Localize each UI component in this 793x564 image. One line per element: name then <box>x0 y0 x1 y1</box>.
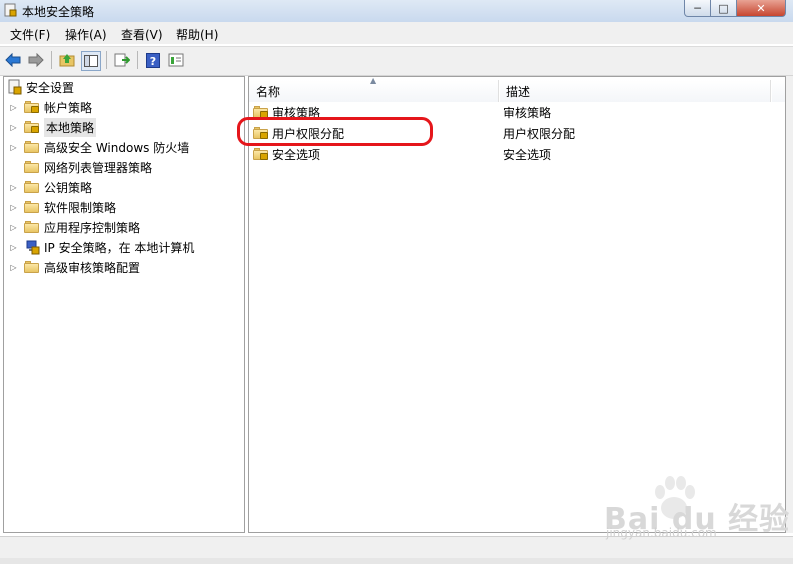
tree-item-label: 高级安全 Windows 防火墙 <box>44 140 190 155</box>
toolbar-separator <box>137 51 138 69</box>
ip-security-icon <box>26 240 40 255</box>
forward-arrow-icon <box>28 53 44 67</box>
back-button[interactable] <box>4 51 22 69</box>
list-item-description: 安全选项 <box>503 147 552 162</box>
tree-item-label: 帐户策略 <box>44 100 93 115</box>
window-bottom-border <box>0 558 793 564</box>
watermark-url: jingyan.baidu.com <box>606 526 717 540</box>
list-item-description: 用户权限分配 <box>503 126 576 141</box>
tree-item-label: 本地策略 <box>44 117 97 137</box>
locked-folder-icon <box>24 101 40 113</box>
folder-icon <box>24 161 40 173</box>
maximize-button[interactable]: □ <box>710 0 737 17</box>
maximize-icon: □ <box>718 1 729 15</box>
expand-arrow-icon[interactable]: ▷ <box>10 183 17 192</box>
column-header-description[interactable]: 描述 <box>500 80 771 102</box>
title-bar[interactable] <box>0 0 793 22</box>
tree-root-label: 安全设置 <box>26 80 75 95</box>
tree-item-label: 网络列表管理器策略 <box>44 160 153 175</box>
list-item-description: 审核策略 <box>503 105 552 120</box>
export-list-button[interactable] <box>113 51 131 69</box>
column-header-filler <box>772 80 785 102</box>
folder-icon <box>24 181 40 193</box>
export-list-icon <box>114 53 130 67</box>
expand-arrow-icon[interactable]: ▷ <box>10 263 17 272</box>
menu-view[interactable]: 查看(V) <box>121 26 163 43</box>
tree-item[interactable]: ▷ IP 安全策略，在 本地计算机 <box>10 237 194 257</box>
show-hide-tree-icon <box>84 55 98 67</box>
show-hide-console-tree-button[interactable] <box>81 51 101 71</box>
sort-ascending-icon: ▲ <box>370 76 377 85</box>
svg-text:?: ? <box>150 55 156 68</box>
expand-arrow-icon[interactable] <box>10 164 17 171</box>
folder-icon <box>24 201 40 213</box>
column-header-description-label: 描述 <box>506 84 531 99</box>
locked-folder-icon <box>253 148 269 160</box>
annotation-highlight-ring <box>237 117 433 146</box>
window-title: 本地安全策略 <box>22 5 95 19</box>
back-arrow-icon <box>5 53 21 67</box>
expand-arrow-icon[interactable]: ▷ <box>10 223 17 232</box>
expand-arrow-icon[interactable]: ▷ <box>10 203 17 212</box>
folder-icon <box>24 141 40 153</box>
tree-item-label: 公钥策略 <box>44 180 93 195</box>
close-button[interactable]: ✕ <box>736 0 786 17</box>
minimize-button[interactable]: ─ <box>684 0 711 17</box>
toolbar-separator <box>106 51 107 69</box>
tree-item-label: 软件限制策略 <box>44 200 117 215</box>
expand-arrow-icon[interactable]: ▷ <box>10 123 17 132</box>
toolbar-separator <box>51 51 52 69</box>
locked-folder-icon <box>24 121 40 133</box>
tree-item-label: IP 安全策略，在 本地计算机 <box>44 240 195 255</box>
forward-button[interactable] <box>27 51 45 69</box>
properties-icon <box>168 53 184 67</box>
tree-item[interactable]: ▷ 软件限制策略 <box>10 197 116 217</box>
tree-item[interactable]: ▷ 高级审核策略配置 <box>10 257 140 277</box>
tree-item[interactable]: ▷ 应用程序控制策略 <box>10 217 140 237</box>
tree-item[interactable]: ▷ 高级安全 Windows 防火墙 <box>10 137 189 157</box>
menu-file[interactable]: 文件(F) <box>10 26 50 43</box>
close-icon: ✕ <box>756 1 766 15</box>
window-border <box>786 76 793 533</box>
local-security-policy-icon <box>4 3 17 17</box>
expand-arrow-icon[interactable]: ▷ <box>10 243 17 252</box>
security-settings-icon <box>8 79 22 95</box>
tree-item[interactable]: ▷ 帐户策略 <box>10 97 92 117</box>
tree-root[interactable]: 安全设置 <box>8 77 74 97</box>
folder-icon <box>24 261 40 273</box>
help-button[interactable]: ? <box>144 51 162 69</box>
expand-arrow-icon[interactable]: ▷ <box>10 143 17 152</box>
list-item-name: 安全选项 <box>272 147 321 162</box>
column-header-name-label: 名称 <box>256 84 281 99</box>
tree-item[interactable]: 网络列表管理器策略 <box>10 157 152 177</box>
tree-item[interactable]: ▷ 本地策略 <box>10 117 97 137</box>
up-folder-icon <box>59 54 75 67</box>
properties-button[interactable] <box>167 51 185 69</box>
help-icon: ? <box>146 52 160 68</box>
tree-item[interactable]: ▷ 公钥策略 <box>10 177 92 197</box>
folder-icon <box>24 221 40 233</box>
minimize-icon: ─ <box>694 1 701 15</box>
tree-item-label: 应用程序控制策略 <box>44 220 141 235</box>
expand-arrow-icon[interactable]: ▷ <box>10 103 17 112</box>
menu-bar <box>0 22 793 44</box>
up-one-level-button[interactable] <box>58 51 76 69</box>
list-item[interactable]: 安全选项 安全选项 <box>253 144 773 164</box>
tree-item-label: 高级审核策略配置 <box>44 260 141 275</box>
menu-action[interactable]: 操作(A) <box>65 26 107 43</box>
menu-help[interactable]: 帮助(H) <box>176 26 218 43</box>
